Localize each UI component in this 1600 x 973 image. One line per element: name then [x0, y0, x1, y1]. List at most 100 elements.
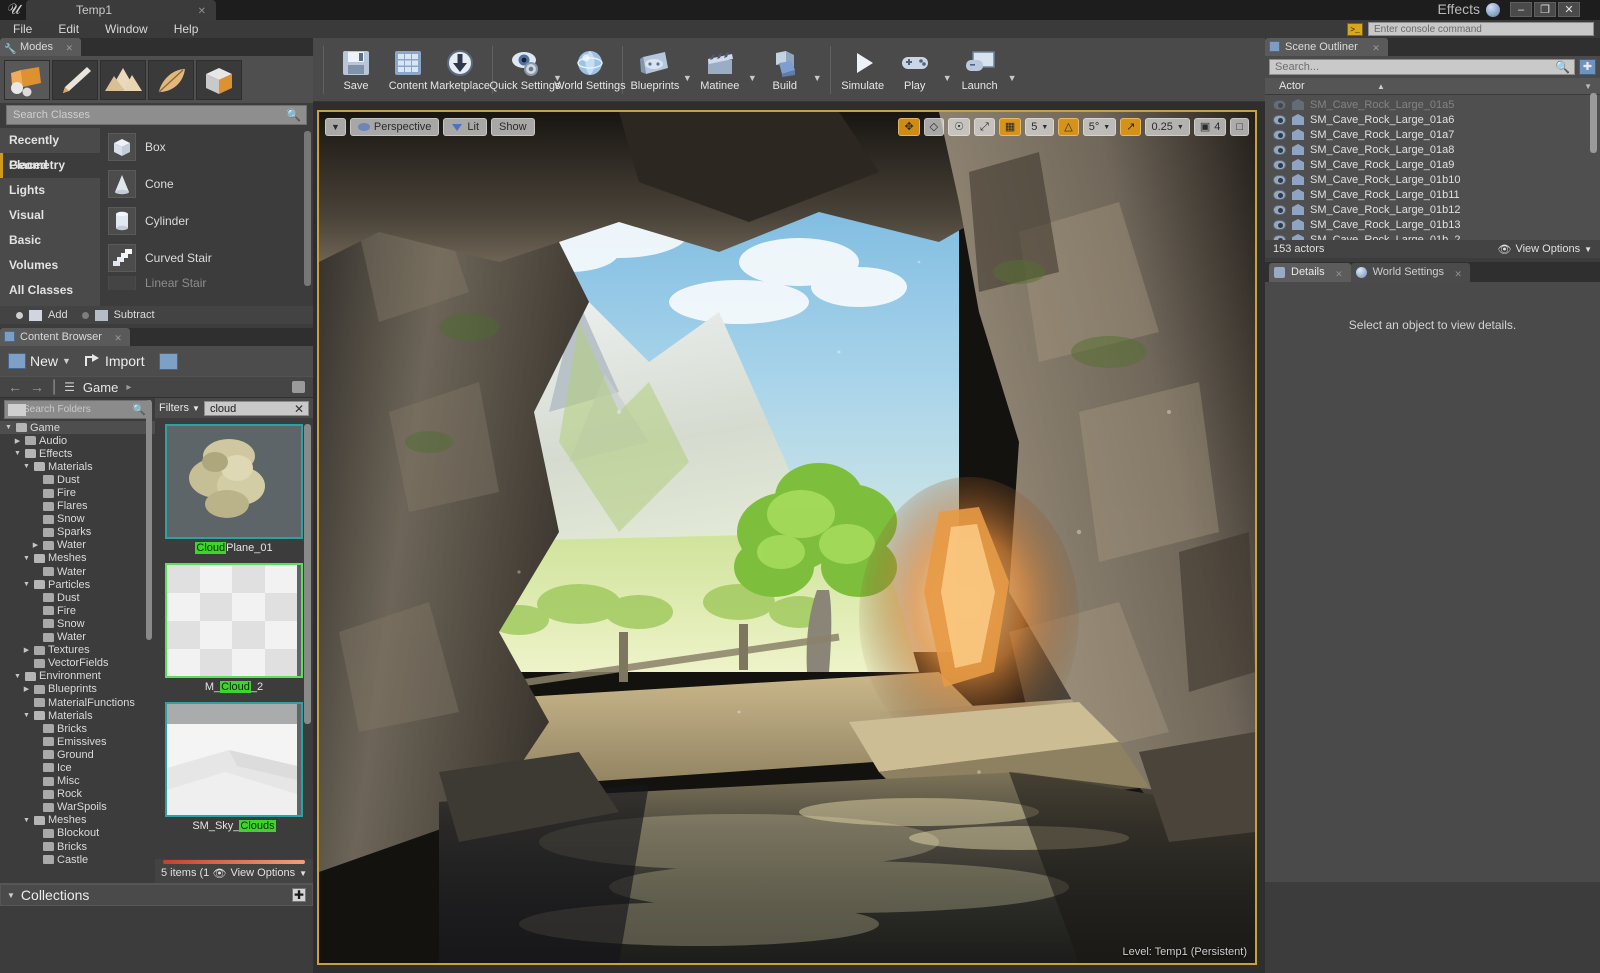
outliner-actor-row[interactable]: SM_Cave_Rock_Large_01b13 — [1265, 217, 1600, 232]
outliner-search-input[interactable]: Search... 🔍 — [1269, 59, 1575, 75]
viewport-menu-button[interactable]: ▼ — [325, 118, 346, 136]
scrollbar[interactable] — [1590, 93, 1597, 153]
chevron-right-icon[interactable]: ▸ — [126, 382, 131, 393]
category-volumes[interactable]: Volumes — [0, 253, 100, 278]
folder-tree-item[interactable]: ▶Blueprints — [0, 683, 155, 696]
close-icon[interactable]: ✕ — [1335, 265, 1343, 284]
asset-tile[interactable]: M_Cloud_2 — [165, 563, 303, 698]
close-icon[interactable]: ✕ — [1372, 39, 1380, 57]
level-viewport[interactable]: ▼ Perspective Lit Show ✥ ◇ — [317, 110, 1257, 965]
twisty-open-icon[interactable]: ▼ — [13, 450, 22, 457]
folder-tree-item[interactable]: Fire — [0, 486, 155, 499]
list-item[interactable]: Cone — [100, 165, 313, 202]
close-icon[interactable]: ✕ — [198, 2, 206, 22]
toolbar-launch-button[interactable]: Launch — [954, 48, 1006, 92]
folder-tree-item[interactable]: Blockout — [0, 827, 155, 840]
twisty-open-icon[interactable]: ▼ — [22, 555, 31, 562]
maximize-viewport-button[interactable]: □ — [1230, 118, 1249, 136]
category-all-classes[interactable]: All Classes — [0, 278, 100, 303]
outliner-column-header[interactable]: Actor ▲ ▼ — [1265, 78, 1600, 95]
console-cmd-icon[interactable]: >_ — [1347, 23, 1363, 36]
folder-tree-item[interactable]: Flares — [0, 500, 155, 513]
collections-header[interactable]: ▼ Collections ✚ — [0, 884, 313, 906]
folder-tree-item[interactable]: MaterialFunctions — [0, 696, 155, 709]
outliner-actor-row[interactable]: SM_Cave_Rock_Large_01a7 — [1265, 127, 1600, 142]
tab-world-settings[interactable]: World Settings ✕ — [1351, 263, 1470, 282]
chevron-down-icon[interactable]: ▼ — [748, 57, 757, 83]
eye-icon[interactable] — [1273, 205, 1286, 215]
rotation-snap-toggle[interactable]: △ — [1058, 118, 1078, 136]
toolbar-content-button[interactable]: Content — [382, 48, 434, 92]
toolbar-play-button[interactable]: Play — [889, 48, 941, 92]
add-radio[interactable] — [16, 312, 23, 319]
folder-tree-item[interactable]: Castle — [0, 853, 155, 866]
folder-tree-item[interactable]: Bricks — [0, 722, 155, 735]
toolbar-matinee-button[interactable]: Matinee — [694, 48, 746, 92]
chevron-down-icon[interactable]: ▼ — [683, 57, 692, 83]
eye-icon[interactable] — [1273, 190, 1286, 200]
toolbar-build-button[interactable]: Build — [759, 48, 811, 92]
rotation-snap-value[interactable]: 5° ▼ — [1083, 118, 1116, 136]
category-lights[interactable]: Lights — [0, 178, 100, 203]
category-basic[interactable]: Basic — [0, 228, 100, 253]
paint-mode-button[interactable] — [52, 60, 98, 100]
foliage-mode-button[interactable] — [148, 60, 194, 100]
menu-help[interactable]: Help — [161, 22, 212, 36]
tab-scene-outliner[interactable]: Scene Outliner ✕ — [1265, 38, 1388, 56]
folder-tree-item[interactable]: Water — [0, 565, 155, 578]
eye-icon[interactable] — [1273, 115, 1286, 125]
toolbar-marketplace-button[interactable]: Marketplace — [434, 48, 486, 92]
category-geometry[interactable]: Geometry — [0, 153, 100, 178]
twisty-closed-icon[interactable]: ▶ — [31, 541, 40, 549]
twisty-open-icon[interactable]: ▼ — [22, 712, 31, 719]
console-input[interactable]: Enter console command — [1368, 22, 1594, 36]
category-visual[interactable]: Visual — [0, 203, 100, 228]
arrow-left-icon[interactable]: ← — [8, 379, 22, 395]
chevron-down-icon[interactable]: ▼ — [1008, 57, 1017, 83]
folder-tree-item[interactable]: Misc — [0, 775, 155, 788]
close-icon[interactable]: ✕ — [65, 39, 73, 57]
eye-icon[interactable] — [1273, 235, 1286, 241]
view-options-button[interactable]: 👁 View Options ▼ — [1498, 243, 1593, 256]
toolbar-save-button[interactable]: Save — [330, 48, 382, 92]
eye-icon[interactable] — [1273, 175, 1286, 185]
twisty-closed-icon[interactable]: ▶ — [13, 437, 22, 445]
translate-widget-button[interactable]: ◇ — [924, 118, 944, 136]
folder-tree-item[interactable]: Ground — [0, 748, 155, 761]
list-item[interactable]: Box — [100, 128, 313, 165]
project-tab[interactable]: Temp1 ✕ — [26, 0, 216, 20]
toolbar-quick-settings-button[interactable]: Quick Settings — [499, 48, 551, 92]
close-icon[interactable]: ✕ — [1454, 265, 1462, 284]
arrow-right-icon[interactable]: → — [30, 379, 44, 395]
twisty-closed-icon[interactable]: ▶ — [22, 646, 31, 654]
add-filter-icon[interactable]: ✚ — [1579, 59, 1596, 75]
save-all-icon[interactable] — [159, 353, 178, 370]
place-mode-button[interactable] — [4, 60, 50, 100]
folder-tree-item[interactable]: ▶Textures — [0, 644, 155, 657]
folder-tree-item[interactable]: ▼Effects — [0, 447, 155, 460]
scrollbar[interactable] — [304, 131, 311, 286]
folder-tree-item[interactable]: ▶Water — [0, 539, 155, 552]
close-window-button[interactable]: ✕ — [1558, 2, 1580, 17]
scale-snap-toggle[interactable]: ↗ — [1120, 118, 1141, 136]
twisty-open-icon[interactable]: ▼ — [22, 463, 31, 470]
new-asset-button[interactable]: New ▼ — [8, 353, 71, 369]
search-folders-input[interactable]: Search Folders 🔍 — [4, 400, 151, 419]
folder-tree-item[interactable]: Snow — [0, 513, 155, 526]
folder-tree-item[interactable]: Bricks — [0, 840, 155, 853]
folder-tree-item[interactable]: ▼Materials — [0, 709, 155, 722]
folder-tree-item[interactable]: ▼Environment — [0, 670, 155, 683]
plus-icon[interactable]: ✚ — [292, 888, 306, 902]
lighting-mode-button[interactable]: Lit — [443, 118, 487, 136]
scrollbar[interactable] — [304, 424, 311, 724]
tab-content-browser[interactable]: Content Browser ✕ — [0, 328, 130, 346]
filters-button[interactable]: Filters ▼ — [159, 402, 200, 414]
show-menu-button[interactable]: Show — [491, 118, 535, 136]
list-item[interactable]: Curved Stair — [100, 239, 313, 276]
scale-snap-value[interactable]: 0.25 ▼ — [1145, 118, 1189, 136]
tab-modes[interactable]: 🔧 Modes ✕ — [0, 38, 81, 56]
eye-icon[interactable] — [1273, 145, 1286, 155]
folder-tree-item[interactable]: Ice — [0, 761, 155, 774]
toolbar-blueprints-button[interactable]: Blueprints — [629, 48, 681, 92]
folder-tree-item[interactable]: Fire — [0, 604, 155, 617]
